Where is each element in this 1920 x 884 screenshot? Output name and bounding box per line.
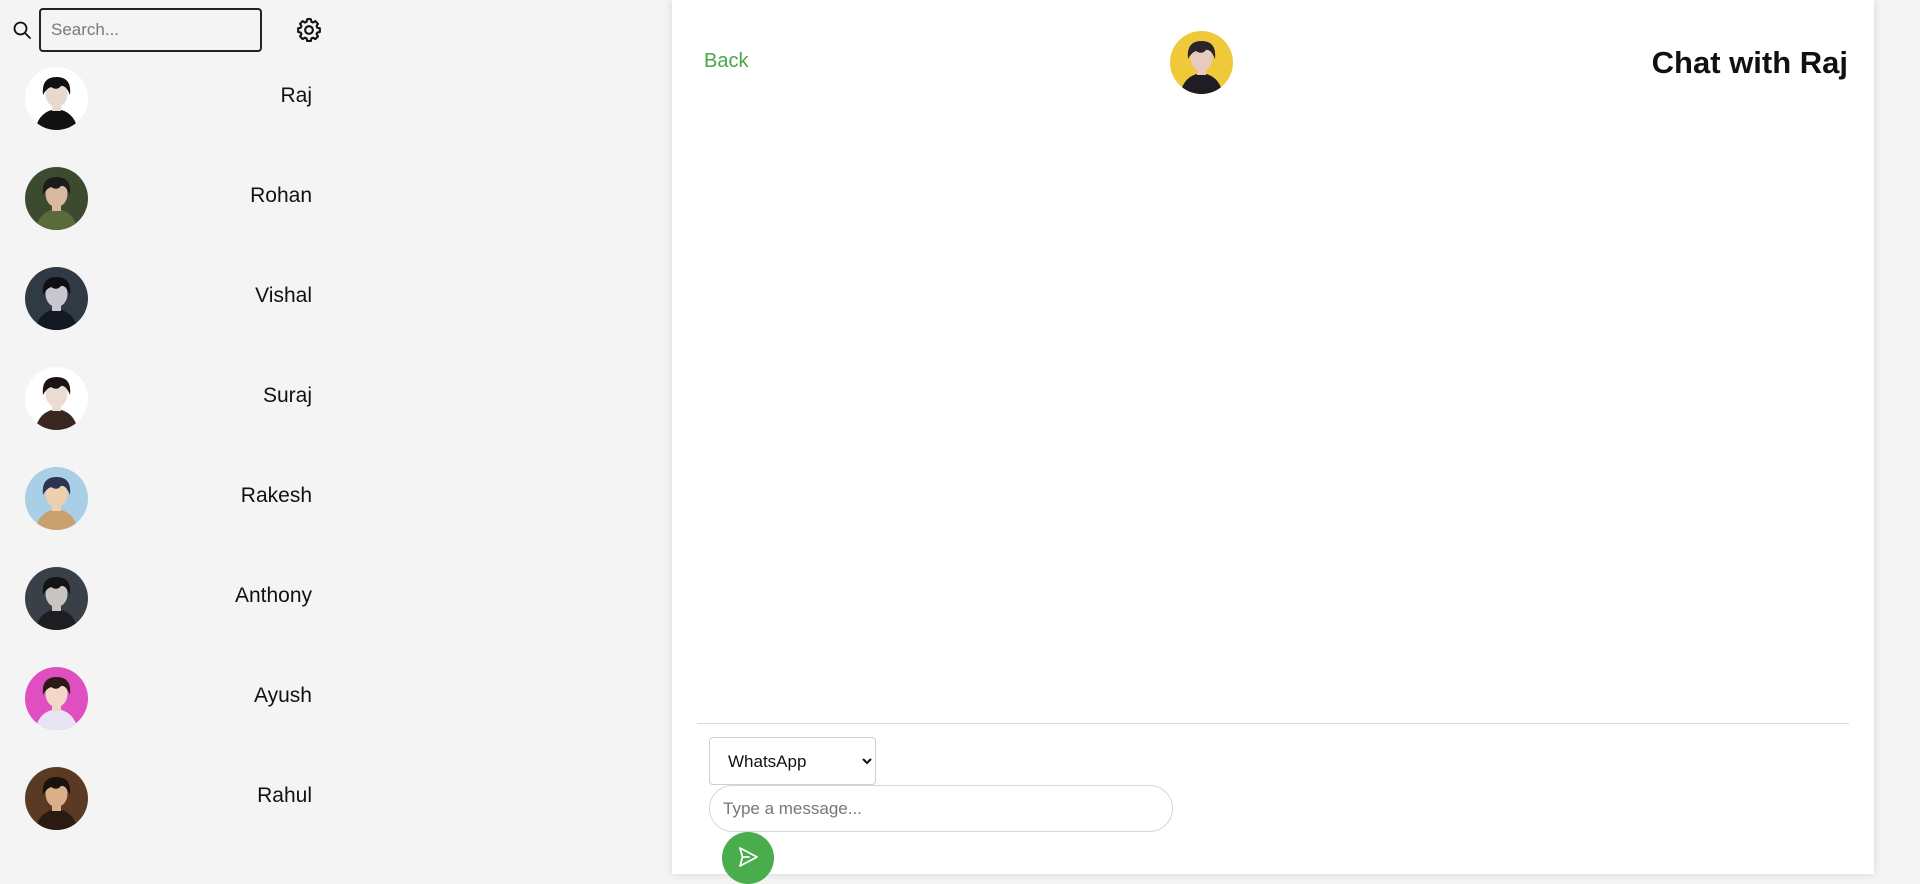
chat-title: Chat with Raj	[1651, 45, 1848, 80]
contact-avatar	[25, 167, 88, 230]
contact-item-rakesh[interactable]: Rakesh	[0, 462, 330, 542]
contact-name: Anthony	[234, 584, 312, 607]
contact-avatar	[25, 467, 88, 530]
platform-select[interactable]: WhatsApp	[709, 737, 876, 785]
contact-name: Vishal	[255, 284, 312, 307]
gear-icon[interactable]	[295, 16, 323, 44]
contact-item-anthony[interactable]: Anthony	[0, 562, 330, 642]
contact-item-vishal[interactable]: Vishal	[0, 262, 330, 342]
composer-divider	[697, 723, 1849, 724]
contact-name: Rahul	[257, 784, 312, 807]
contacts-sidebar: Raj Rohan Vishal Suraj Rakesh Anthony Ayush Rah…	[0, 0, 672, 874]
contact-item-rahul[interactable]: Rahul	[0, 762, 330, 842]
chat-header-avatar	[1170, 31, 1233, 94]
contact-avatar	[25, 367, 88, 430]
search-icon	[13, 21, 31, 39]
contact-avatar	[25, 767, 88, 830]
contact-item-suraj[interactable]: Suraj	[0, 362, 330, 442]
send-icon	[739, 847, 758, 867]
contact-name: Ayush	[254, 684, 312, 707]
chat-panel: Back Chat with Raj WhatsApp	[672, 0, 1874, 884]
contact-name: Rakesh	[240, 484, 312, 507]
contact-avatar	[25, 667, 88, 730]
messages-area	[698, 110, 1848, 722]
contact-item-ayush[interactable]: Ayush	[0, 662, 330, 742]
contact-avatar	[25, 567, 88, 630]
contact-name: Suraj	[262, 384, 312, 407]
contact-name: Rohan	[250, 184, 312, 207]
contact-avatar	[25, 67, 88, 130]
contact-avatar	[25, 267, 88, 330]
back-link[interactable]: Back	[704, 50, 748, 73]
message-input[interactable]	[709, 785, 1173, 832]
contact-name: Raj	[280, 84, 312, 107]
send-button[interactable]	[722, 832, 774, 884]
search-input[interactable]	[39, 8, 262, 52]
contact-item-raj[interactable]: Raj	[0, 62, 330, 142]
contact-item-rohan[interactable]: Rohan	[0, 162, 330, 242]
